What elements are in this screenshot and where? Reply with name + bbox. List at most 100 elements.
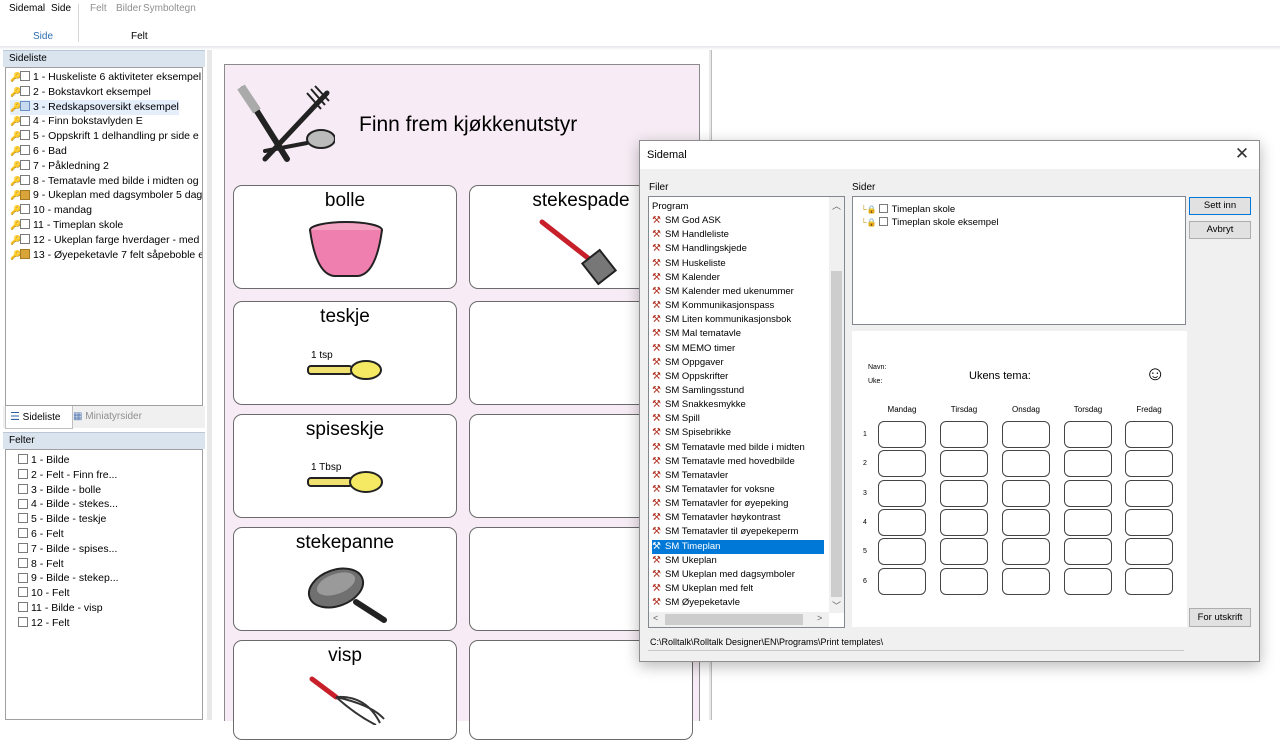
- felter-item[interactable]: 7 - Bilde - spises...: [18, 542, 117, 557]
- card-bolle[interactable]: bolle: [233, 185, 457, 289]
- scroll-up-icon[interactable]: ︿: [832, 199, 841, 212]
- file-item[interactable]: ⚒ SM Tematavler for øyepeking: [652, 497, 824, 511]
- file-item[interactable]: ⚒ SM Samlingsstund: [652, 384, 824, 398]
- file-item[interactable]: ⚒ SM Tematavler: [652, 469, 824, 483]
- felter-item[interactable]: 8 - Felt: [18, 557, 64, 572]
- sideliste-item[interactable]: 🔑 7 - Påkledning 2: [10, 159, 109, 174]
- tab-sideliste[interactable]: ☰ Sideliste: [5, 406, 73, 429]
- files-list[interactable]: Program ⚒ SM God ASK ⚒ SM Handleliste ⚒ SM Han…: [648, 196, 845, 628]
- file-item[interactable]: ⚒ SM Ukeplan med felt: [652, 582, 824, 596]
- file-item[interactable]: ⚒ SM Tematavler for voksne: [652, 483, 824, 497]
- page-board[interactable]: Finn frem kjøkkenutstyr bolle stekespade…: [224, 64, 700, 740]
- sideliste-item[interactable]: 🔑 11 - Timeplan skole: [10, 218, 123, 233]
- files-vertical-scrollbar[interactable]: ︿ ﹀: [829, 197, 844, 613]
- sideliste-item[interactable]: 🔑 4 - Finn bokstavlyden E: [10, 114, 143, 129]
- file-item[interactable]: ⚒ SM Oppgaver: [652, 356, 824, 370]
- checkbox[interactable]: [20, 204, 30, 215]
- file-item[interactable]: ⚒ SM Oppskrifter: [652, 370, 824, 384]
- checkbox[interactable]: [20, 145, 30, 156]
- scrollbar-thumb[interactable]: [831, 271, 842, 597]
- file-item[interactable]: ⚒ SM Kalender: [652, 271, 824, 285]
- file-item[interactable]: ⚒ SM Spill: [652, 412, 824, 426]
- checkbox[interactable]: [18, 528, 28, 539]
- felter-item[interactable]: 9 - Bilde - stekep...: [18, 571, 119, 586]
- checkbox[interactable]: [20, 86, 30, 97]
- close-icon[interactable]: ✕: [1233, 145, 1251, 163]
- page-item[interactable]: └🔒 Timeplan skole eksempel: [861, 216, 998, 229]
- checkbox[interactable]: [18, 469, 28, 480]
- files-folder-program[interactable]: Program: [652, 200, 824, 214]
- checkbox[interactable]: [20, 100, 30, 111]
- print-button[interactable]: For utskrift: [1189, 608, 1251, 627]
- sideliste-item[interactable]: 🔑 13 - Øyepeketavle 7 felt såpeboble e: [10, 248, 202, 263]
- sideliste-item[interactable]: 🔑 12 - Ukeplan farge hverdager - med: [10, 233, 199, 248]
- checkbox[interactable]: [20, 234, 30, 245]
- file-item[interactable]: ⚒ SM Tematavler til øyepekeperm: [652, 525, 824, 539]
- checkbox[interactable]: [18, 587, 28, 598]
- checkbox[interactable]: [20, 160, 30, 171]
- file-item[interactable]: ⚒ SM Liten kommunikasjonsbok: [652, 313, 824, 327]
- sideliste-item[interactable]: 🔑 8 - Tematavle med bilde i midten og: [10, 174, 199, 189]
- dialog-titlebar[interactable]: Sidemal ✕: [640, 141, 1259, 169]
- scrollbar-thumb[interactable]: [665, 614, 803, 625]
- card-spiseskje[interactable]: spiseskje 1 Tbsp: [233, 414, 457, 518]
- felter-item[interactable]: 1 - Bilde: [18, 453, 70, 468]
- file-item[interactable]: ⚒ SM Kalender med ukenummer: [652, 285, 824, 299]
- felter-item[interactable]: 4 - Bilde - stekes...: [18, 497, 118, 512]
- sideliste-item[interactable]: 🔑 6 - Bad: [10, 144, 67, 159]
- ribbon-tab-side[interactable]: Side: [51, 3, 71, 14]
- cancel-button[interactable]: Avbryt: [1189, 221, 1251, 239]
- felter-item[interactable]: 10 - Felt: [18, 586, 70, 601]
- sideliste-item[interactable]: 🔑 2 - Bokstavkort eksempel: [10, 85, 151, 100]
- ribbon-tab-symboltegn[interactable]: Symboltegn: [143, 3, 196, 14]
- file-item[interactable]: ⚒ SM Huskeliste: [652, 257, 824, 271]
- file-item[interactable]: ⚒ SM Tematavler høykontrast: [652, 511, 824, 525]
- felter-item[interactable]: 2 - Felt - Finn fre...: [18, 468, 117, 483]
- checkbox[interactable]: [20, 71, 30, 82]
- file-item[interactable]: ⚒ SM Handlingskjede: [652, 242, 824, 256]
- pages-list[interactable]: └🔒 Timeplan skole └🔒 Timeplan skole eksemp…: [852, 196, 1186, 325]
- file-item[interactable]: ⚒ SM Ukeplan med dagsymboler: [652, 568, 824, 582]
- file-item[interactable]: ⚒ SM Ukeplan: [652, 554, 824, 568]
- checkbox[interactable]: [18, 602, 28, 613]
- felter-list[interactable]: 1 - Bilde 2 - Felt - Finn fre... 3 - Bilde…: [5, 449, 203, 720]
- checkbox[interactable]: [18, 572, 28, 583]
- ribbon-tab-bilder[interactable]: Bilder: [116, 3, 142, 14]
- file-item[interactable]: ⚒ SM God ASK: [652, 214, 824, 228]
- checkbox[interactable]: [20, 219, 30, 230]
- felter-item[interactable]: 3 - Bilde - bolle: [18, 483, 101, 498]
- checkbox[interactable]: [18, 483, 28, 494]
- scroll-down-icon[interactable]: ﹀: [832, 599, 841, 612]
- file-item[interactable]: ⚒ SM Mal tematavle: [652, 327, 824, 341]
- file-item[interactable]: ⚒ SM Handleliste: [652, 228, 824, 242]
- checkbox[interactable]: [18, 543, 28, 554]
- file-item[interactable]: ⚒ SM Spisebrikke: [652, 426, 824, 440]
- scroll-left-icon[interactable]: <: [653, 613, 658, 623]
- checkbox[interactable]: [18, 513, 28, 524]
- file-item[interactable]: ⚒ SM Kommunikasjonspass: [652, 299, 824, 313]
- sideliste-item[interactable]: 🔑 5 - Oppskrift 1 delhandling pr side e: [10, 129, 199, 144]
- sideliste-item[interactable]: 🔑 10 - mandag: [10, 203, 92, 218]
- checkbox[interactable]: [878, 216, 888, 226]
- checkbox[interactable]: [20, 248, 30, 259]
- checkbox[interactable]: [18, 557, 28, 568]
- card-teskje[interactable]: teskje 1 tsp: [233, 301, 457, 405]
- tab-miniatyrsider[interactable]: ▦ Miniatyrsider: [69, 406, 161, 428]
- checkbox[interactable]: [878, 203, 888, 213]
- sideliste-item[interactable]: 🔑 3 - Redskapsoversikt eksempel: [10, 99, 179, 115]
- file-item[interactable]: ⚒ SM Øyepeketavle: [652, 596, 824, 610]
- file-item[interactable]: ⚒ SM Tematavle med hovedbilde: [652, 455, 824, 469]
- scroll-right-icon[interactable]: >: [817, 613, 822, 623]
- ribbon-tab-sidemal[interactable]: Sidemal: [9, 3, 45, 14]
- page-item[interactable]: └🔒 Timeplan skole: [861, 203, 955, 216]
- sideliste-item[interactable]: 🔑 9 - Ukeplan med dagsymboler 5 dag: [10, 188, 202, 203]
- insert-button[interactable]: Sett inn: [1189, 197, 1251, 215]
- sideliste-list[interactable]: 🔑 1 - Huskeliste 6 aktiviteter eksempel 🔑 2…: [5, 67, 203, 406]
- file-item[interactable]: ⚒ SM MEMO timer: [652, 342, 824, 356]
- checkbox[interactable]: [18, 617, 28, 628]
- checkbox[interactable]: [20, 130, 30, 141]
- card-visp[interactable]: visp: [233, 640, 457, 740]
- checkbox[interactable]: [20, 115, 30, 126]
- felter-item[interactable]: 5 - Bilde - teskje: [18, 512, 106, 527]
- felter-item[interactable]: 11 - Bilde - visp: [18, 601, 103, 616]
